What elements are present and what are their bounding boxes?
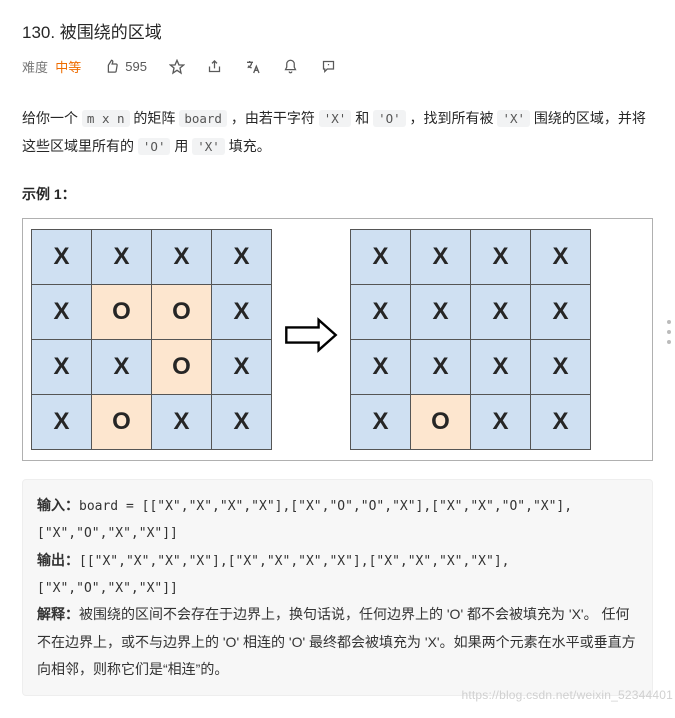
difficulty-label: 难度 bbox=[22, 60, 48, 75]
grid-cell: X bbox=[411, 340, 471, 395]
problem-description: 给你一个 m x n 的矩阵 board ，由若干字符 'X' 和 'O' ，找… bbox=[22, 104, 653, 160]
bell-icon[interactable] bbox=[283, 59, 299, 75]
grid-cell: X bbox=[411, 230, 471, 285]
grid-cell: X bbox=[351, 285, 411, 340]
explain-label: 解释： bbox=[37, 606, 79, 622]
text: 的矩阵 bbox=[130, 110, 180, 126]
grid-cell: O bbox=[92, 285, 152, 340]
example-heading: 示例 1： bbox=[22, 184, 653, 204]
output-line: 输出：[["X","X","X","X"],["X","X","X","X"],… bbox=[37, 547, 638, 602]
code-o2: 'O' bbox=[138, 138, 171, 155]
grid-cell: X bbox=[531, 340, 591, 395]
grid-cell: X bbox=[471, 230, 531, 285]
code-x2: 'X' bbox=[497, 110, 530, 127]
text: 填充。 bbox=[225, 138, 271, 154]
translate-icon[interactable] bbox=[245, 59, 261, 75]
code-x: 'X' bbox=[319, 110, 352, 127]
code-o: 'O' bbox=[373, 110, 406, 127]
grid-cell: X bbox=[152, 395, 212, 450]
grid-cell: X bbox=[471, 340, 531, 395]
grid-cell: O bbox=[411, 395, 471, 450]
scroll-hint-icon bbox=[667, 320, 671, 344]
grid-cell: X bbox=[212, 230, 272, 285]
grid-cell: X bbox=[32, 395, 92, 450]
grid-cell: X bbox=[471, 395, 531, 450]
example-io: 输入：board = [["X","X","X","X"],["X","O","… bbox=[22, 479, 653, 696]
grid-cell: X bbox=[471, 285, 531, 340]
grid-cell: O bbox=[92, 395, 152, 450]
grid-cell: X bbox=[531, 395, 591, 450]
grid-cell: X bbox=[531, 230, 591, 285]
grid-right: XXXXXXXXXXXXXOXX bbox=[350, 229, 591, 450]
grid-cell: X bbox=[351, 395, 411, 450]
difficulty: 难度 中等 bbox=[22, 57, 81, 76]
explain-text: 被围绕的区间不会存在于边界上，换句话说，任何边界上的 'O' 都不会被填充为 '… bbox=[37, 606, 636, 677]
output-code: [["X","X","X","X"],["X","X","X","X"],["X… bbox=[37, 554, 509, 596]
input-line: 输入：board = [["X","X","X","X"],["X","O","… bbox=[37, 492, 638, 547]
watermark: https://blog.csdn.net/weixin_52344401 bbox=[461, 688, 673, 702]
like-button[interactable]: 595 bbox=[103, 59, 147, 75]
grid-cell: X bbox=[212, 340, 272, 395]
code-mxn: m x n bbox=[82, 110, 130, 127]
page-title: 130. 被围绕的区域 bbox=[22, 18, 653, 43]
input-label: 输入： bbox=[37, 497, 79, 513]
grid-cell: X bbox=[32, 230, 92, 285]
text: ，找到所有被 bbox=[406, 110, 498, 126]
arrow-icon bbox=[278, 316, 344, 363]
feedback-icon[interactable] bbox=[321, 59, 337, 75]
grid-cell: X bbox=[212, 285, 272, 340]
grid-cell: X bbox=[212, 395, 272, 450]
grid-cell: X bbox=[531, 285, 591, 340]
grid-cell: O bbox=[152, 340, 212, 395]
grid-left: XXXXXOOXXXOXXOXX bbox=[31, 229, 272, 450]
grid-cell: X bbox=[152, 230, 212, 285]
meta-row: 难度 中等 595 bbox=[22, 57, 653, 76]
text: ，由若干字符 bbox=[227, 110, 319, 126]
explain-line: 解释：被围绕的区间不会存在于边界上，换句话说，任何边界上的 'O' 都不会被填充… bbox=[37, 601, 638, 683]
grid-cell: X bbox=[351, 340, 411, 395]
grid-cell: X bbox=[92, 230, 152, 285]
grid-cell: X bbox=[351, 230, 411, 285]
like-count: 595 bbox=[125, 59, 147, 74]
grid-cell: X bbox=[32, 340, 92, 395]
grid-cell: O bbox=[152, 285, 212, 340]
text: 给你一个 bbox=[22, 110, 82, 126]
code-x3: 'X' bbox=[192, 138, 225, 155]
input-code: board = [["X","X","X","X"],["X","O","O",… bbox=[37, 499, 572, 541]
grid-cell: X bbox=[92, 340, 152, 395]
code-board: board bbox=[179, 110, 227, 127]
text: 用 bbox=[170, 138, 192, 154]
share-icon[interactable] bbox=[207, 59, 223, 75]
thumb-up-icon bbox=[103, 59, 119, 75]
difficulty-value: 中等 bbox=[55, 60, 81, 75]
grid-cell: X bbox=[32, 285, 92, 340]
star-icon[interactable] bbox=[169, 59, 185, 75]
text: 和 bbox=[351, 110, 373, 126]
grid-cell: X bbox=[411, 285, 471, 340]
output-label: 输出： bbox=[37, 552, 79, 568]
example-figure: XXXXXOOXXXOXXOXX XXXXXXXXXXXXXOXX bbox=[22, 218, 653, 461]
